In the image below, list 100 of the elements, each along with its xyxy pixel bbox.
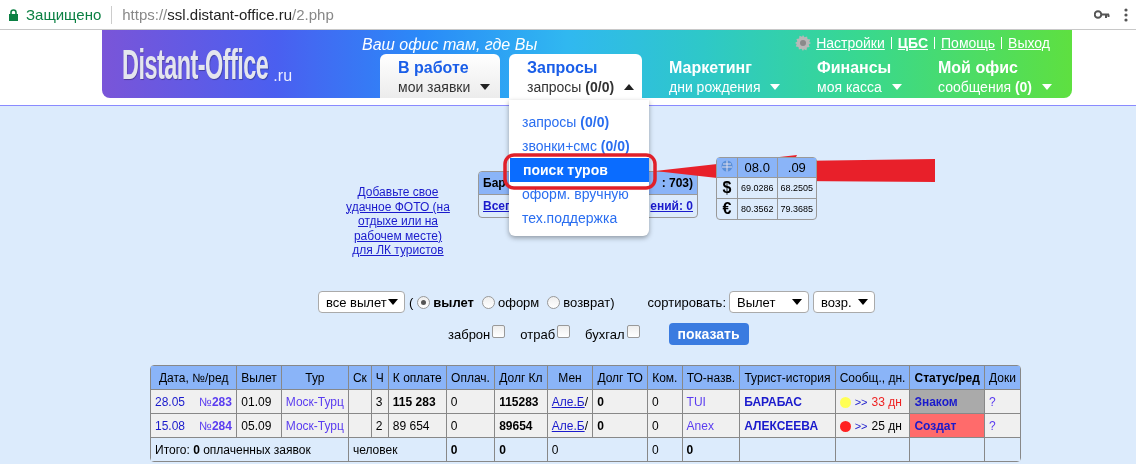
column-header: К оплате [388, 366, 447, 390]
radio-label: оформ [497, 294, 540, 310]
status-cell[interactable]: Знаком [910, 390, 986, 414]
column-header: Дата, №/ред [151, 366, 238, 390]
menu-item[interactable]: тех.поддержка [509, 206, 649, 230]
column-header: Сообщ., дн. [835, 366, 911, 390]
menu-item[interactable]: оформ. вручную [509, 182, 649, 206]
sort-label: сортировать: [647, 294, 726, 310]
checkbox-label: отраб [520, 326, 556, 342]
menu-item[interactable]: звонки+смс (0/0) [509, 134, 649, 158]
checkbox[interactable] [626, 324, 640, 338]
table-cell: 05.09 [237, 414, 282, 438]
caret-down-icon [770, 84, 781, 90]
tagline: Ваш офис там, где Вы [362, 36, 538, 54]
nav-tab[interactable]: Запросы запросы (0/0) [509, 54, 642, 98]
table-cell: 0 [446, 390, 496, 414]
key-icon[interactable] [1094, 10, 1110, 19]
checkbox[interactable] [557, 324, 571, 338]
url-text[interactable]: https://ssl.distant-office.ru/2.php [122, 6, 334, 23]
dropdown-select[interactable]: все вылет [318, 291, 405, 313]
security-label: Защищено [26, 6, 102, 23]
column-header: Турист-история [740, 366, 836, 390]
table-cell: 0 [593, 390, 648, 414]
column-header: Ком. [648, 366, 683, 390]
panel-title: : 703) [661, 176, 693, 190]
caret-down-icon [388, 299, 398, 305]
currency-sign: € [717, 199, 738, 219]
column-header: Долг ТО [593, 366, 648, 390]
column-header: Долг Кл [495, 366, 548, 390]
caret-down-icon [891, 84, 902, 90]
checkbox[interactable] [492, 324, 506, 338]
rate-date: 08.0 [738, 158, 778, 178]
photo-link[interactable]: Добавьте свое удачное ФОТО (на отдыхе или на рабочем месте) для ЛК туристов [345, 185, 451, 258]
totals-label: Итого: 0 оплаченных заявок [151, 438, 349, 461]
caret-up-icon [624, 84, 635, 90]
gear-icon [795, 35, 812, 51]
rate-date: .09 [777, 158, 817, 178]
caret-down-icon [1042, 84, 1053, 90]
globe-icon [721, 160, 733, 175]
rate-value: 69.0286 [738, 178, 778, 199]
column-header: Доки [985, 366, 1020, 390]
manager-link[interactable]: Але.Б [551, 394, 585, 409]
checkbox-label: бухгал [585, 326, 625, 342]
slash: / [584, 394, 588, 409]
radio-label: вылет [433, 294, 474, 310]
table-cell: 01.09 [237, 390, 282, 414]
menu-item[interactable]: запросы (0/0) [509, 110, 649, 134]
dropdown-select[interactable]: возр. [813, 291, 875, 313]
column-header: Тур [281, 366, 349, 390]
currency-sign: $ [717, 178, 738, 199]
table-cell: 0 [446, 414, 496, 438]
radio-button[interactable] [417, 295, 431, 309]
table-cell: Anex [682, 414, 741, 438]
column-header: Вылет [237, 366, 282, 390]
dropdown-select[interactable]: Вылет [729, 291, 809, 313]
order-number-link[interactable]: №284 [199, 418, 232, 433]
logo-suffix: .ru [273, 68, 293, 84]
logo-text: Distant-Office [122, 46, 269, 84]
panel-link[interactable]: Всег [483, 199, 510, 213]
table-cell: 0 [648, 414, 683, 438]
docs-link[interactable]: ? [989, 394, 996, 409]
messages-link[interactable]: >> [854, 419, 868, 432]
table-cell: 115 283 [388, 390, 447, 414]
days-count: 33 дн [871, 394, 902, 409]
status-cell[interactable]: Создат [910, 414, 986, 438]
table-cell: 89 654 [388, 414, 447, 438]
panel-title: Бар [483, 176, 506, 190]
column-header: Ск [348, 366, 372, 390]
radio-label: возврат [563, 294, 611, 310]
show-button[interactable]: показать [668, 323, 749, 345]
rate-value: 68.2505 [777, 178, 817, 199]
more-icon[interactable] [1124, 7, 1128, 22]
table-cell: 89654 [495, 414, 548, 438]
docs-link[interactable]: ? [989, 418, 996, 433]
manager-link[interactable]: Але.Б [551, 418, 585, 433]
caret-down-icon [858, 299, 868, 305]
caret-down-icon [480, 84, 491, 90]
paren: ) [610, 294, 615, 310]
column-header: Статус/ред [910, 366, 986, 390]
messages-link[interactable]: >> [854, 395, 868, 408]
rate-value: 80.3562 [738, 199, 778, 219]
table-cell: 115283 [495, 390, 548, 414]
table-cell: TUI [682, 390, 741, 414]
checkbox-label: заброн [448, 326, 491, 342]
column-header: Оплач. [446, 366, 496, 390]
slash: / [584, 418, 588, 433]
order-number-link[interactable]: №283 [199, 394, 232, 409]
column-header: ТО-назв. [682, 366, 741, 390]
date-link[interactable]: 15.08 [155, 418, 186, 433]
radio-button[interactable] [547, 295, 561, 309]
table-cell: 0 [593, 414, 648, 438]
panel-link[interactable]: ений: 0 [650, 199, 693, 213]
days-count: 25 дн [871, 418, 902, 433]
date-link[interactable]: 28.05 [155, 394, 186, 409]
paren: ( [409, 294, 414, 310]
menu-item[interactable]: поиск туров [510, 158, 649, 182]
column-header: Мен [547, 366, 594, 390]
lock-icon [9, 8, 18, 21]
nav-tab[interactable]: В работе мои заявки [380, 54, 500, 98]
radio-button[interactable] [481, 295, 495, 309]
